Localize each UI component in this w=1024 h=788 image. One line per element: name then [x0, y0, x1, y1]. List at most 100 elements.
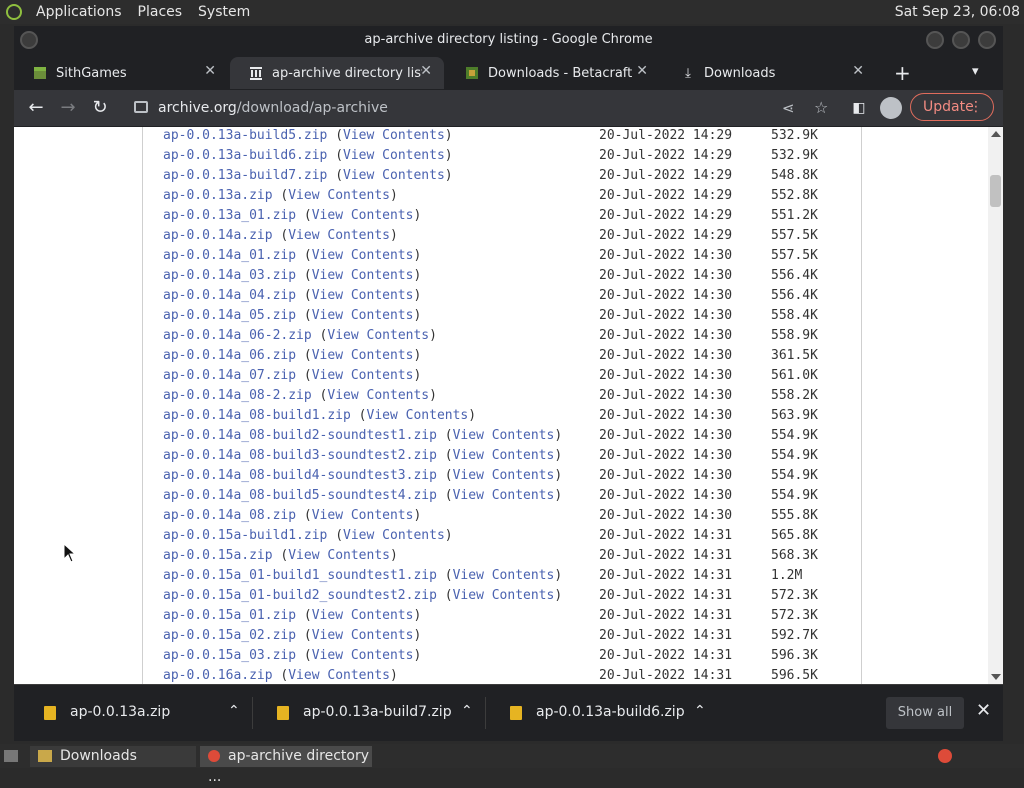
view-contents-link[interactable]: View Contents: [288, 668, 390, 683]
view-contents-link[interactable]: View Contents: [288, 228, 390, 243]
window-titlebar[interactable]: ap-archive directory listing - Google Ch…: [14, 26, 1003, 54]
file-link[interactable]: ap-0.0.14a_08-build2-soundtest1.zip: [163, 428, 437, 443]
file-link[interactable]: ap-0.0.15a_03.zip: [163, 648, 296, 663]
minimize-icon[interactable]: [926, 31, 944, 49]
tab-ap-archive[interactable]: ap-archive directory listing ✕: [230, 57, 444, 89]
bookmark-star-icon[interactable]: ☆: [814, 93, 828, 123]
file-link[interactable]: ap-0.0.14a_06-2.zip: [163, 328, 312, 343]
view-contents-link[interactable]: View Contents: [288, 188, 390, 203]
vertical-scrollbar[interactable]: [988, 127, 1003, 684]
file-link[interactable]: ap-0.0.14a.zip: [163, 228, 273, 243]
file-link[interactable]: ap-0.0.15a_02.zip: [163, 628, 296, 643]
view-contents-link[interactable]: View Contents: [327, 328, 429, 343]
file-link[interactable]: ap-0.0.15a-build1.zip: [163, 528, 327, 543]
view-contents-link[interactable]: View Contents: [453, 468, 555, 483]
file-link[interactable]: ap-0.0.15a_01.zip: [163, 608, 296, 623]
close-shelf-icon[interactable]: ✕: [976, 700, 991, 721]
scroll-down-arrow-icon[interactable]: [991, 674, 1001, 680]
view-contents-link[interactable]: View Contents: [288, 548, 390, 563]
file-link[interactable]: ap-0.0.15a_01-build1_soundtest1.zip: [163, 568, 437, 583]
close-tab-icon[interactable]: ✕: [852, 63, 864, 79]
view-contents-link[interactable]: View Contents: [312, 268, 414, 283]
view-contents-link[interactable]: View Contents: [312, 628, 414, 643]
file-link[interactable]: ap-0.0.13a-build5.zip: [163, 128, 327, 143]
file-link[interactable]: ap-0.0.14a_04.zip: [163, 288, 296, 303]
view-contents-link[interactable]: View Contents: [312, 368, 414, 383]
menu-places[interactable]: Places: [130, 4, 191, 20]
window-menu-icon[interactable]: [20, 31, 38, 49]
tab-sithgames[interactable]: SithGames ✕: [14, 57, 228, 89]
distro-logo-icon[interactable]: [6, 4, 22, 20]
file-link[interactable]: ap-0.0.14a_08-build5-soundtest4.zip: [163, 488, 437, 503]
reload-icon[interactable]: ↻: [88, 96, 112, 120]
more-menu-icon[interactable]: ⋮: [969, 94, 983, 120]
new-tab-icon[interactable]: +: [894, 61, 911, 85]
close-tab-icon[interactable]: ✕: [420, 63, 432, 79]
view-contents-link[interactable]: View Contents: [312, 348, 414, 363]
file-link[interactable]: ap-0.0.14a_07.zip: [163, 368, 296, 383]
file-link[interactable]: ap-0.0.14a_03.zip: [163, 268, 296, 283]
tab-betacraft[interactable]: Downloads - Betacraft ✕: [446, 57, 660, 89]
view-contents-link[interactable]: View Contents: [453, 428, 555, 443]
chevron-up-icon[interactable]: ⌃: [461, 703, 473, 719]
menu-system[interactable]: System: [190, 4, 258, 20]
file-link[interactable]: ap-0.0.16a.zip: [163, 668, 273, 683]
file-link[interactable]: ap-0.0.14a_01.zip: [163, 248, 296, 263]
scroll-up-arrow-icon[interactable]: [991, 131, 1001, 137]
maximize-icon[interactable]: [952, 31, 970, 49]
file-link[interactable]: ap-0.0.14a_06.zip: [163, 348, 296, 363]
view-contents-link[interactable]: View Contents: [312, 608, 414, 623]
side-panel-icon[interactable]: ◧: [847, 96, 871, 120]
file-link[interactable]: ap-0.0.13a_01.zip: [163, 208, 296, 223]
download-item[interactable]: ap-0.0.13a-build6.zip ⌃: [488, 685, 720, 741]
tab-search-chevron-icon[interactable]: ▾: [972, 64, 979, 79]
taskbar-item-downloads[interactable]: Downloads: [30, 746, 196, 767]
close-tab-icon[interactable]: ✕: [636, 63, 648, 79]
view-contents-link[interactable]: View Contents: [343, 128, 445, 143]
update-button[interactable]: Update ⋮: [910, 93, 994, 121]
view-contents-link[interactable]: View Contents: [343, 148, 445, 163]
chevron-up-icon[interactable]: ⌃: [228, 703, 240, 719]
view-contents-link[interactable]: View Contents: [312, 208, 414, 223]
chevron-up-icon[interactable]: ⌃: [694, 703, 706, 719]
clock[interactable]: Sat Sep 23, 06:08: [895, 4, 1020, 20]
scroll-thumb[interactable]: [990, 175, 1001, 207]
view-contents-link[interactable]: View Contents: [343, 168, 445, 183]
file-link[interactable]: ap-0.0.14a_08-2.zip: [163, 388, 312, 403]
forward-icon[interactable]: →: [56, 96, 80, 120]
close-tab-icon[interactable]: ✕: [204, 63, 216, 79]
file-link[interactable]: ap-0.0.14a_05.zip: [163, 308, 296, 323]
file-link[interactable]: ap-0.0.13a-build6.zip: [163, 148, 327, 163]
file-link[interactable]: ap-0.0.14a_08-build1.zip: [163, 408, 351, 423]
view-contents-link[interactable]: View Contents: [367, 408, 469, 423]
lock-icon[interactable]: [134, 101, 148, 113]
view-contents-link[interactable]: View Contents: [453, 448, 555, 463]
file-link[interactable]: ap-0.0.15a.zip: [163, 548, 273, 563]
profile-avatar-icon[interactable]: [880, 97, 902, 119]
file-link[interactable]: ap-0.0.14a_08-build3-soundtest2.zip: [163, 448, 437, 463]
close-window-icon[interactable]: [978, 31, 996, 49]
file-link[interactable]: ap-0.0.14a_08.zip: [163, 508, 296, 523]
view-contents-link[interactable]: View Contents: [453, 568, 555, 583]
menu-applications[interactable]: Applications: [28, 4, 130, 20]
taskbar-item-chrome[interactable]: ap-archive directory ...: [200, 746, 372, 785]
view-contents-link[interactable]: View Contents: [312, 308, 414, 323]
view-contents-link[interactable]: View Contents: [312, 648, 414, 663]
view-contents-link[interactable]: View Contents: [327, 388, 429, 403]
view-contents-link[interactable]: View Contents: [312, 248, 414, 263]
show-desktop-icon[interactable]: [4, 746, 26, 767]
tab-downloads[interactable]: ⤓ Downloads ✕: [662, 57, 876, 89]
share-icon[interactable]: ⋖: [782, 93, 795, 123]
download-item[interactable]: ap-0.0.13a-build7.zip ⌃: [255, 685, 487, 741]
file-link[interactable]: ap-0.0.13a.zip: [163, 188, 273, 203]
view-contents-link[interactable]: View Contents: [343, 528, 445, 543]
view-contents-link[interactable]: View Contents: [312, 508, 414, 523]
download-item[interactable]: ap-0.0.13a.zip ⌃: [22, 685, 254, 741]
file-link[interactable]: ap-0.0.14a_08-build4-soundtest3.zip: [163, 468, 437, 483]
file-link[interactable]: ap-0.0.15a_01-build2_soundtest2.zip: [163, 588, 437, 603]
view-contents-link[interactable]: View Contents: [453, 588, 555, 603]
view-contents-link[interactable]: View Contents: [312, 288, 414, 303]
back-icon[interactable]: ←: [24, 96, 48, 120]
show-all-button[interactable]: Show all: [886, 697, 964, 729]
file-link[interactable]: ap-0.0.13a-build7.zip: [163, 168, 327, 183]
